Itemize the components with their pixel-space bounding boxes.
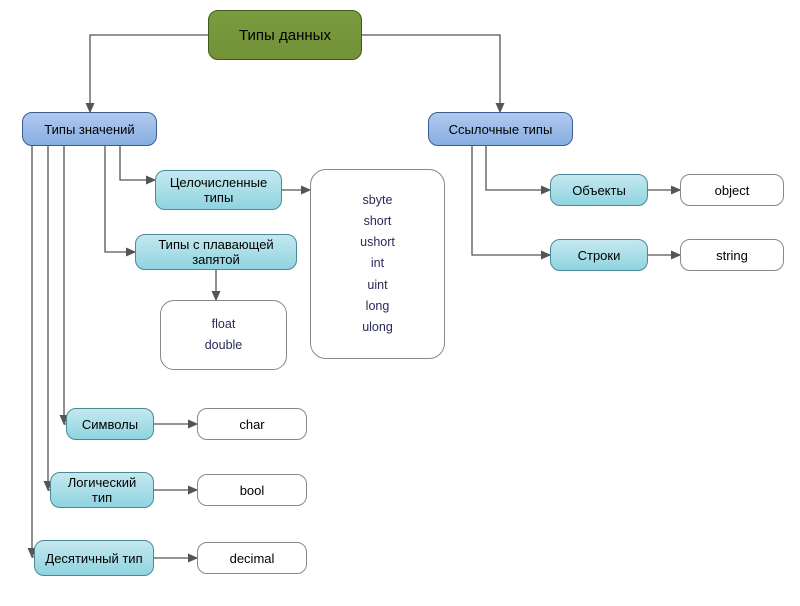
- list-item: short: [364, 211, 392, 232]
- objects-node: Объекты: [550, 174, 648, 206]
- list-item: uint: [367, 275, 387, 296]
- char-box: char: [197, 408, 307, 440]
- logical-node: Логический тип: [50, 472, 154, 508]
- strings-node: Строки: [550, 239, 648, 271]
- list-item: ulong: [362, 317, 393, 338]
- list-item: sbyte: [363, 190, 393, 211]
- integer-list-box: sbyteshortushortintuintlongulong: [310, 169, 445, 359]
- ref-types-label: Ссылочные типы: [449, 122, 553, 137]
- decimal-val-label: decimal: [230, 551, 275, 566]
- decimal-node: Десятичный тип: [34, 540, 154, 576]
- list-item: int: [371, 253, 384, 274]
- decimal-box: decimal: [197, 542, 307, 574]
- diagram-canvas: Типы данных Типы значений Ссылочные типы…: [0, 0, 800, 606]
- value-types-label: Типы значений: [44, 122, 134, 137]
- string-label: string: [716, 248, 748, 263]
- list-item: float: [212, 314, 236, 335]
- float-list-box: floatdouble: [160, 300, 287, 370]
- integer-types-label: Целочисленные типы: [164, 175, 273, 205]
- logical-label: Логический тип: [59, 475, 145, 505]
- object-label: object: [715, 183, 750, 198]
- list-item: long: [366, 296, 390, 317]
- root-label: Типы данных: [239, 27, 331, 44]
- value-types-node: Типы значений: [22, 112, 157, 146]
- char-label: char: [239, 417, 264, 432]
- float-types-node: Типы с плавающей запятой: [135, 234, 297, 270]
- object-box: object: [680, 174, 784, 206]
- string-box: string: [680, 239, 784, 271]
- symbols-label: Символы: [82, 417, 138, 432]
- ref-types-node: Ссылочные типы: [428, 112, 573, 146]
- list-item: double: [205, 335, 243, 356]
- bool-box: bool: [197, 474, 307, 506]
- list-item: ushort: [360, 232, 395, 253]
- integer-types-node: Целочисленные типы: [155, 170, 282, 210]
- objects-label: Объекты: [572, 183, 626, 198]
- float-types-label: Типы с плавающей запятой: [144, 237, 288, 267]
- strings-label: Строки: [578, 248, 621, 263]
- decimal-label: Десятичный тип: [45, 551, 142, 566]
- bool-label: bool: [240, 483, 265, 498]
- symbols-node: Символы: [66, 408, 154, 440]
- root-node: Типы данных: [208, 10, 362, 60]
